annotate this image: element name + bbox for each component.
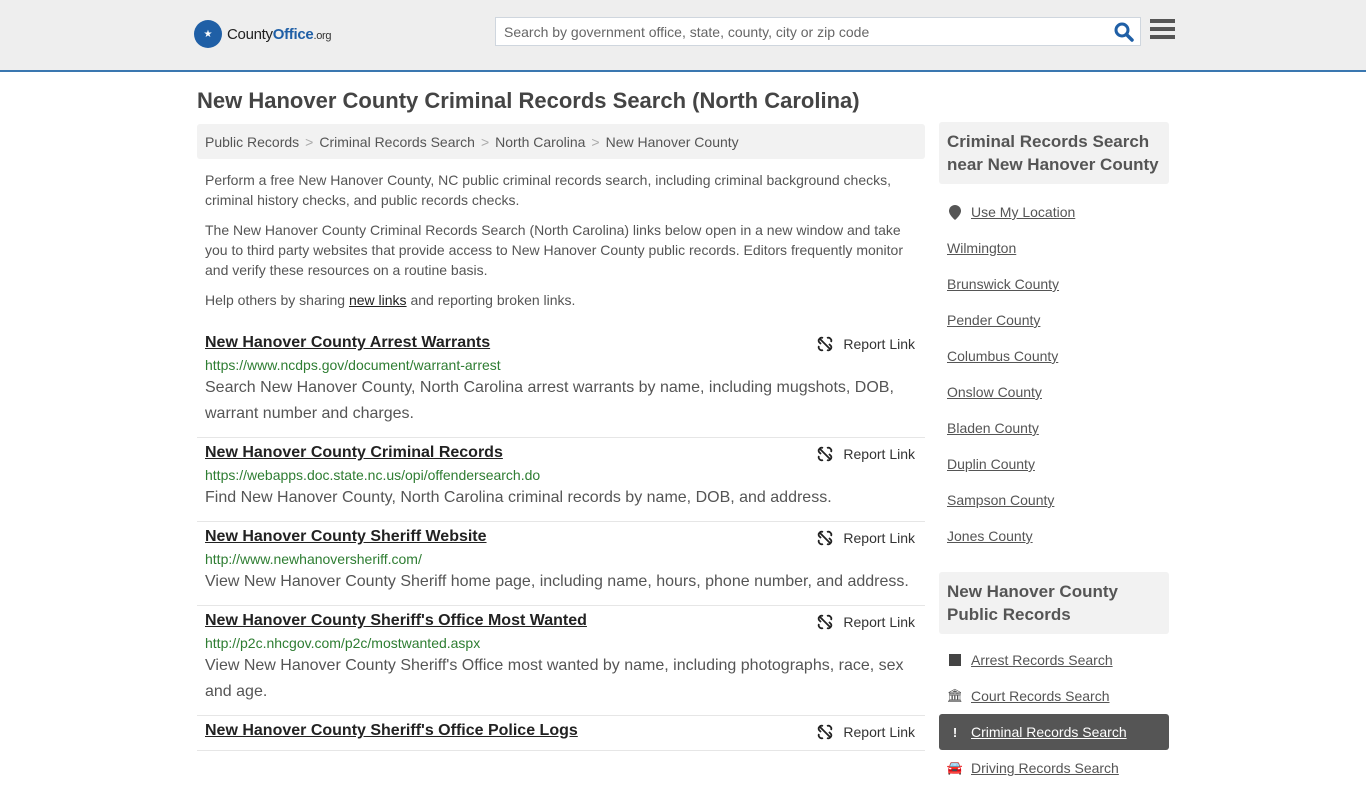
breadcrumb-separator: > bbox=[305, 134, 314, 150]
main-content: Public Records > Criminal Records Search > N… bbox=[197, 124, 925, 751]
report-link-button[interactable]: Report Link bbox=[817, 530, 915, 546]
logo-text: CountyOffice.org bbox=[227, 25, 332, 43]
nearby-list: Use My Location Wilmington Brunswick Cou… bbox=[939, 184, 1169, 572]
courthouse-icon: 🏛 bbox=[946, 688, 964, 703]
nearby-link[interactable]: Columbus County bbox=[939, 338, 1169, 374]
public-record-link[interactable]: 🏛 Court Records Search bbox=[939, 678, 1169, 714]
new-links-link[interactable]: new links bbox=[349, 292, 407, 308]
sidebar: Criminal Records Search near New Hanover… bbox=[939, 122, 1169, 804]
nearby-link[interactable]: Wilmington bbox=[939, 230, 1169, 266]
result-description: Find New Hanover County, North Carolina … bbox=[205, 489, 832, 506]
result-item: New Hanover County Criminal Records Repo… bbox=[197, 438, 925, 522]
result-title-link[interactable]: New Hanover County Arrest Warrants bbox=[205, 334, 490, 352]
result-url: http://www.newhanoversheriff.com/ bbox=[205, 551, 422, 567]
broken-link-icon bbox=[818, 446, 833, 462]
intro-text: Perform a free New Hanover County, NC pu… bbox=[197, 170, 925, 310]
broken-link-icon bbox=[818, 530, 833, 546]
map-marker-icon bbox=[947, 204, 963, 220]
public-record-link-active[interactable]: ! Criminal Records Search bbox=[939, 714, 1169, 750]
nearby-link[interactable]: Brunswick County bbox=[939, 266, 1169, 302]
public-record-link[interactable]: Arrest Records Search bbox=[939, 642, 1169, 678]
exclamation-icon: ! bbox=[952, 724, 958, 740]
breadcrumb-item[interactable]: New Hanover County bbox=[606, 134, 739, 150]
breadcrumb-item[interactable]: Criminal Records Search bbox=[319, 134, 475, 150]
car-icon: 🚘 bbox=[946, 760, 964, 775]
hamburger-menu-icon[interactable] bbox=[1150, 19, 1175, 41]
result-description: Search New Hanover County, North Carolin… bbox=[205, 379, 894, 422]
nearby-heading: Criminal Records Search near New Hanover… bbox=[939, 122, 1169, 184]
site-logo[interactable]: ★ CountyOffice.org bbox=[194, 20, 332, 48]
result-title-link[interactable]: New Hanover County Sheriff Website bbox=[205, 528, 487, 546]
result-description: View New Hanover County Sheriff's Office… bbox=[205, 657, 904, 700]
result-url: http://p2c.nhcgov.com/p2c/mostwanted.asp… bbox=[205, 635, 481, 651]
use-my-location[interactable]: Use My Location bbox=[939, 194, 1169, 230]
result-url: https://www.ncdps.gov/document/warrant-a… bbox=[205, 357, 501, 373]
nearby-link[interactable]: Onslow County bbox=[939, 374, 1169, 410]
result-title-link[interactable]: New Hanover County Sheriff's Office Poli… bbox=[205, 722, 578, 740]
result-description: View New Hanover County Sheriff home pag… bbox=[205, 573, 909, 590]
search-box bbox=[495, 17, 1141, 46]
breadcrumb-separator: > bbox=[591, 134, 600, 150]
result-item: New Hanover County Sheriff Website Repor… bbox=[197, 522, 925, 606]
report-link-button[interactable]: Report Link bbox=[817, 336, 915, 352]
result-title-link[interactable]: New Hanover County Sheriff's Office Most… bbox=[205, 612, 587, 630]
report-link-button[interactable]: Report Link bbox=[817, 724, 915, 740]
nearby-link[interactable]: Sampson County bbox=[939, 482, 1169, 518]
broken-link-icon bbox=[818, 336, 833, 352]
square-icon bbox=[947, 654, 963, 666]
broken-link-icon bbox=[818, 614, 833, 630]
breadcrumb-separator: > bbox=[480, 134, 490, 150]
breadcrumb-item[interactable]: North Carolina bbox=[495, 134, 585, 150]
results-list: New Hanover County Arrest Warrants Repor… bbox=[197, 328, 925, 751]
intro-paragraph: Perform a free New Hanover County, NC pu… bbox=[205, 172, 892, 208]
nearby-link[interactable]: Duplin County bbox=[939, 446, 1169, 482]
page-title: New Hanover County Criminal Records Sear… bbox=[197, 88, 860, 113]
result-item: New Hanover County Arrest Warrants Repor… bbox=[197, 328, 925, 438]
public-record-link[interactable]: 🚘 Driving Records Search bbox=[939, 750, 1169, 786]
broken-link-icon bbox=[818, 724, 833, 740]
result-item: New Hanover County Sheriff's Office Most… bbox=[197, 606, 925, 716]
public-records-heading: New Hanover County Public Records bbox=[939, 572, 1169, 634]
report-link-button[interactable]: Report Link bbox=[817, 446, 915, 462]
report-link-button[interactable]: Report Link bbox=[817, 614, 915, 630]
public-records-list: Arrest Records Search 🏛 Court Records Sea… bbox=[939, 634, 1169, 804]
result-item: New Hanover County Sheriff's Office Poli… bbox=[197, 716, 925, 751]
breadcrumb-item[interactable]: Public Records bbox=[205, 134, 299, 150]
top-bar: ★ CountyOffice.org bbox=[0, 0, 1366, 72]
breadcrumb: Public Records > Criminal Records Search > N… bbox=[197, 124, 925, 159]
search-icon[interactable] bbox=[1114, 22, 1134, 42]
nearby-link[interactable]: Jones County bbox=[939, 518, 1169, 554]
intro-paragraph: Help others by sharing new links and rep… bbox=[205, 292, 576, 308]
eagle-logo-icon: ★ bbox=[194, 20, 222, 48]
result-url: https://webapps.doc.state.nc.us/opi/offe… bbox=[205, 467, 541, 483]
nearby-link[interactable]: Pender County bbox=[939, 302, 1169, 338]
result-title-link[interactable]: New Hanover County Criminal Records bbox=[205, 444, 503, 462]
intro-paragraph: The New Hanover County Criminal Records … bbox=[205, 222, 903, 278]
nearby-link[interactable]: Bladen County bbox=[939, 410, 1169, 446]
search-input[interactable] bbox=[496, 18, 1096, 45]
